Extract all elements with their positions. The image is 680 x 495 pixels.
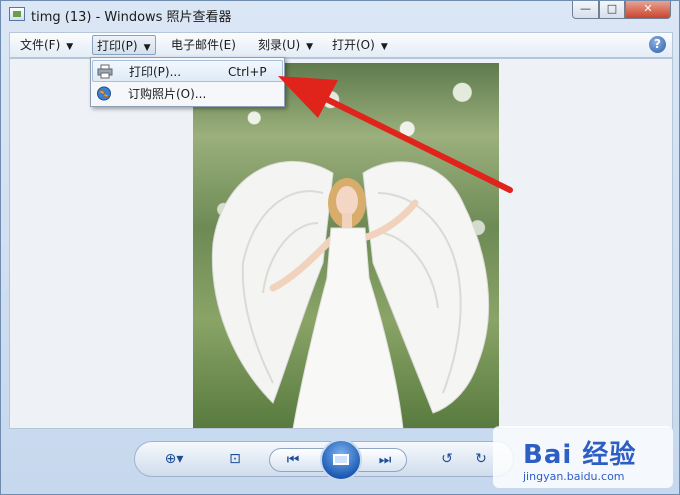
window-title: timg (13) - Windows 照片查看器: [31, 10, 232, 25]
menu-bar: 文件(F) ▼ 打印(P) ▼ 电子邮件(E) 刻录(U) ▼ 打开(O) ▼ ?: [9, 32, 673, 58]
globe-icon: [97, 86, 111, 101]
menu-print[interactable]: 打印(P) ▼: [92, 35, 156, 55]
menu-item-print-label: 打印(P)...: [129, 65, 182, 79]
chevron-down-icon: ▼: [143, 43, 151, 53]
menu-open[interactable]: 打开(O) ▼: [328, 35, 392, 55]
menu-item-print[interactable]: 打印(P)... Ctrl+P: [92, 60, 283, 82]
menu-email[interactable]: 电子邮件(E): [167, 35, 240, 55]
help-icon[interactable]: ?: [649, 36, 666, 53]
menu-item-order-prints[interactable]: 订购照片(O)...: [92, 83, 283, 105]
menu-email-label: 电子邮件(E): [171, 38, 236, 52]
zoom-icon[interactable]: ⊕▾: [163, 450, 185, 468]
print-dropdown-menu: 打印(P)... Ctrl+P 订购照片(O)...: [90, 57, 285, 107]
chevron-down-icon: ▼: [66, 42, 74, 52]
printer-icon: [97, 64, 113, 79]
rotate-left-icon[interactable]: ↺: [436, 450, 458, 468]
maximize-button[interactable]: □: [599, 1, 625, 19]
menu-burn-label: 刻录(U): [258, 38, 301, 52]
title-bar[interactable]: timg (13) - Windows 照片查看器 — □ ✕: [1, 1, 679, 29]
photo-image: [193, 63, 499, 428]
menu-open-label: 打开(O): [332, 38, 375, 52]
slideshow-button[interactable]: [320, 439, 362, 481]
actual-size-icon[interactable]: ⊡: [224, 450, 246, 468]
image-viewport[interactable]: [9, 58, 673, 429]
baidu-jingyan-watermark: Bai 经验 jingyan.baidu.com: [493, 426, 673, 488]
menu-file-label: 文件(F): [20, 38, 61, 52]
previous-icon[interactable]: ⏮: [282, 451, 304, 469]
close-button[interactable]: ✕: [625, 1, 671, 19]
bottom-toolbar: ⊕▾ ⊡ ⏮ ⏭ ↺ ↻: [134, 439, 514, 481]
menu-print-label: 打印(P): [97, 39, 138, 53]
angel-figure: [211, 160, 490, 428]
minimize-button[interactable]: —: [572, 1, 599, 19]
menu-file[interactable]: 文件(F) ▼: [16, 35, 77, 55]
chevron-down-icon: ▼: [380, 42, 388, 52]
watermark-url: jingyan.baidu.com: [523, 470, 625, 483]
rotate-right-icon[interactable]: ↻: [470, 450, 492, 468]
chevron-down-icon: ▼: [306, 42, 314, 52]
photo-viewer-app-icon: [9, 7, 25, 21]
menu-burn[interactable]: 刻录(U) ▼: [254, 35, 317, 55]
watermark-logo: Bai 经验: [523, 440, 637, 470]
menu-item-order-prints-label: 订购照片(O)...: [128, 87, 207, 101]
menu-item-print-shortcut: Ctrl+P: [228, 65, 267, 79]
next-icon[interactable]: ⏭: [374, 451, 396, 469]
